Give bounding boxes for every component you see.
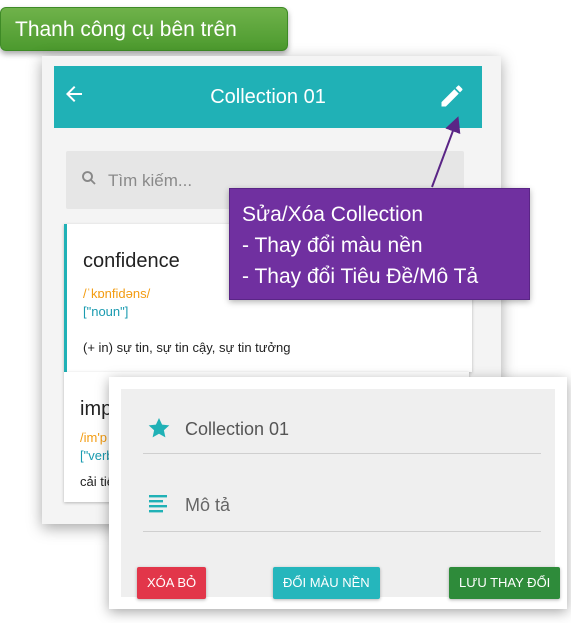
divider	[143, 453, 541, 454]
divider	[143, 531, 541, 532]
delete-button[interactable]: XÓA BỎ	[137, 567, 207, 599]
toolbar-caption-label: Thanh công cụ bên trên	[0, 7, 288, 51]
description-icon	[147, 491, 173, 517]
dialog-body: Collection 01 Mô tả XÓA BỎ ĐỔI MÀU NỀN L…	[121, 389, 561, 599]
callout-line: - Thay đổi màu nền	[242, 234, 423, 257]
star-icon	[147, 416, 173, 442]
description-field[interactable]: Mô tả	[185, 495, 230, 516]
callout-line: Sửa/Xóa Collection	[242, 203, 423, 226]
pencil-icon[interactable]	[438, 82, 468, 112]
word-phonetic: /im'p	[80, 430, 108, 445]
word-part-of-speech: ["noun"]	[83, 304, 129, 319]
callout-line: - Thay đổi Tiêu Đề/Mô Tả	[242, 265, 479, 288]
arrow-left-icon[interactable]	[62, 82, 92, 112]
word-title: imp	[80, 398, 113, 420]
search-icon	[80, 169, 100, 189]
word-phonetic: /ˈkɒnfidəns/	[83, 286, 151, 301]
edit-callout: Sửa/Xóa Collection - Thay đổi màu nền - …	[229, 188, 530, 300]
edit-collection-dialog: Collection 01 Mô tả XÓA BỎ ĐỔI MÀU NỀN L…	[109, 377, 567, 609]
word-title: confidence	[83, 250, 180, 272]
save-changes-button[interactable]: LƯU THAY ĐỔI	[449, 567, 561, 599]
app-bar: Collection 01	[54, 66, 482, 128]
word-meaning: (+ in) sự tin, sự tin cậy, sự tin tưởng	[83, 340, 291, 355]
collection-title-field[interactable]: Collection 01	[185, 419, 289, 440]
app-bar-title: Collection 01	[210, 86, 326, 108]
change-color-button[interactable]: ĐỔI MÀU NỀN	[273, 567, 380, 599]
